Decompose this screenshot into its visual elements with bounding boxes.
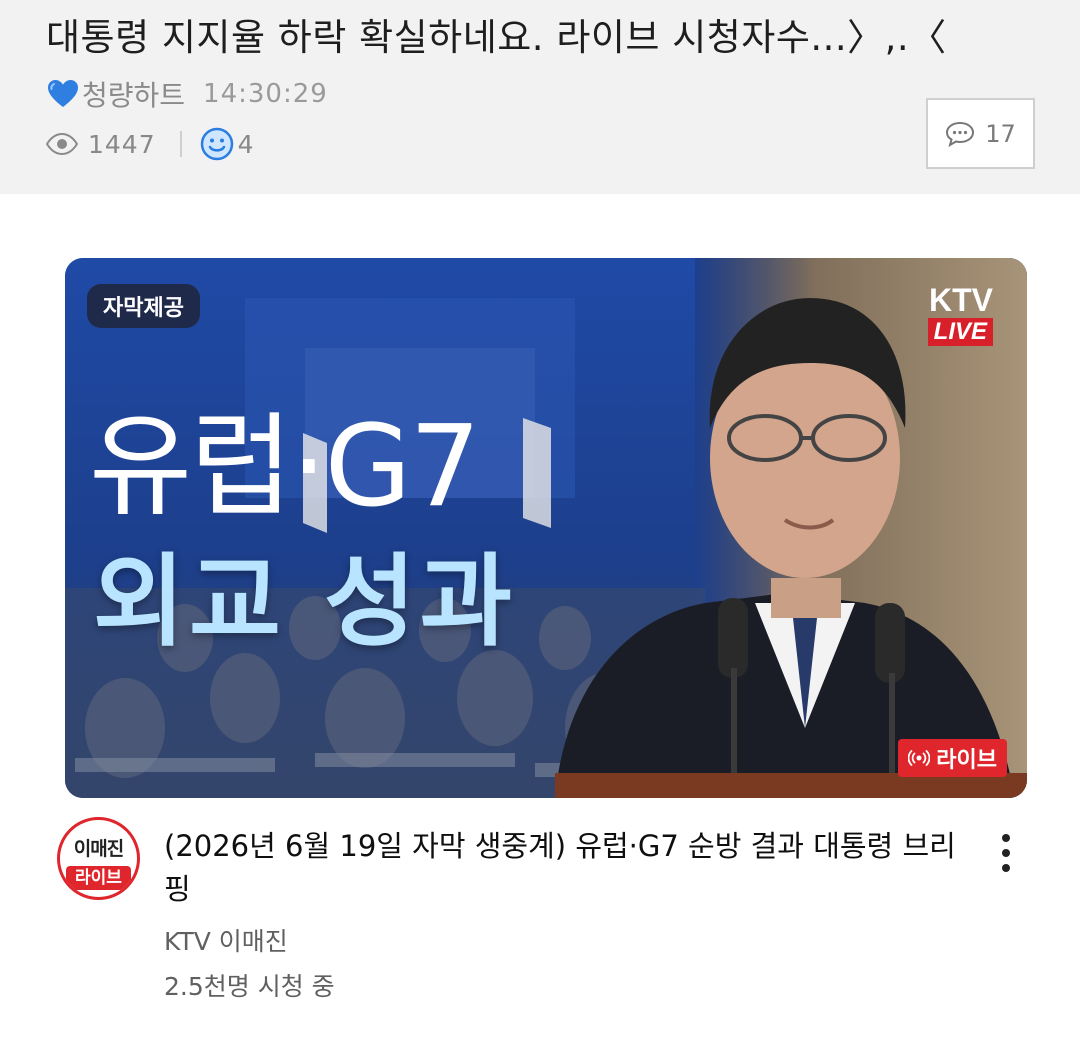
speech-bubble-icon [946,121,975,147]
like-count: 4 [237,129,254,159]
live-viewer-count: 2.5천명 시청 중 [164,972,335,1001]
thumbnail-headline-2: 외교 성과 [93,543,516,660]
broadcast-icon [908,750,931,766]
comment-count: 17 [985,119,1016,148]
view-count: 1447 [88,129,156,159]
post-header: 대통령 지지율 하락 확실하네요. 라이브 시청자수...〉,.〈 청량하트 1… [0,0,1080,194]
channel-name[interactable]: KTV 이매진 [164,922,288,958]
eye-icon [46,133,78,155]
smiley-icon [200,127,233,161]
post-title[interactable]: 대통령 지지율 하락 확실하네요. 라이브 시청자수...〉,.〈 [46,14,1046,62]
subtitle-badge: 자막제공 [87,284,200,328]
comments-button[interactable]: 17 [926,98,1035,169]
ktv-logo: KTV [929,282,993,318]
more-vert-icon[interactable] [994,832,1018,874]
thumbnail-headline-1: 유럽·G7 [89,402,481,532]
ktv-live-tag: LIVE [927,318,993,346]
author-name[interactable]: 청량하트 [82,74,185,114]
author-row: 청량하트 14:30:29 [46,74,328,114]
stats-row: 1447 4 [46,124,254,164]
video-thumbnail[interactable]: 자막제공 유럽·G7 외교 성과 KTV LIVE 라이브 [65,258,1027,798]
live-badge-label: 라이브 [936,748,997,773]
channel-avatar[interactable]: 이매진 라이브 [57,817,140,900]
avatar-live-text: 라이브 [66,866,131,890]
post-time: 14:30:29 [203,79,328,109]
stats-divider [179,131,182,157]
video-title[interactable]: (2026년 6월 19일 자막 생중계) 유럽·G7 순방 결과 대통령 브리… [164,825,964,911]
avatar-channel-text: 이매진 [73,838,124,860]
live-badge: 라이브 [898,739,1007,777]
blue-heart-icon [48,80,78,107]
